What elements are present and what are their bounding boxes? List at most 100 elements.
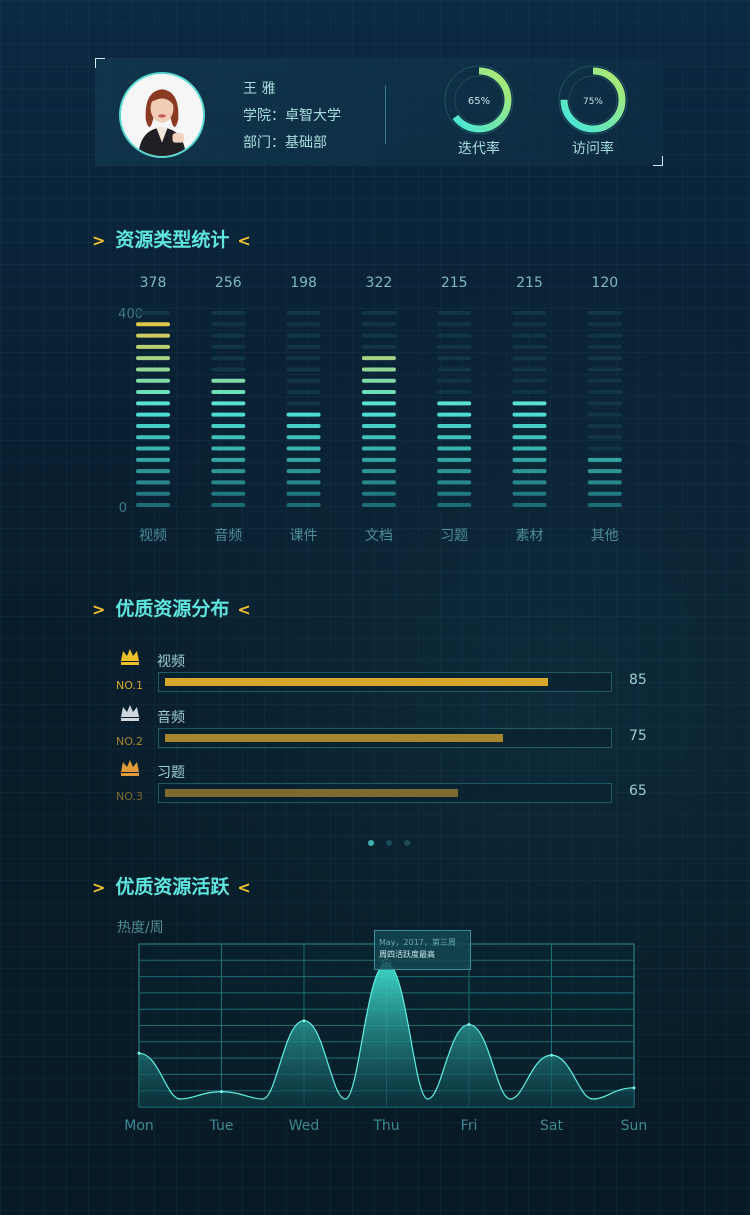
bar-segment	[437, 423, 472, 428]
bar-4[interactable]	[361, 311, 396, 507]
bar-segment	[437, 367, 472, 372]
bar-segment	[286, 401, 321, 406]
bar-segment	[361, 378, 396, 383]
bar-segment	[587, 344, 622, 349]
bar-segment	[136, 457, 170, 462]
bar-segment	[286, 311, 321, 315]
ranking-bar-track	[158, 672, 612, 692]
bar-segment	[286, 503, 321, 507]
activity-point[interactable]	[632, 1086, 636, 1090]
visit-rate-label: 访问率	[572, 141, 614, 157]
bar-segment	[211, 378, 246, 383]
bar-segment	[587, 491, 622, 496]
bar-segment	[361, 344, 396, 349]
bar-segment	[361, 457, 396, 462]
ranking-bar-track	[158, 727, 612, 748]
bar-value-label: 322	[366, 275, 393, 291]
title-arrow-left: >	[92, 600, 106, 619]
ranking-position: NO.1	[116, 679, 143, 692]
profile-card: 王 雅 学院：卓智大学 部门：基础部 65% 迭代率 75% 访问率	[95, 58, 663, 166]
bar-segment	[286, 457, 321, 462]
bar-segment	[361, 503, 396, 507]
bar-segment	[211, 333, 246, 338]
x-tick-label: Wed	[289, 1118, 320, 1134]
bar-segment	[211, 491, 246, 496]
tooltip-line-2: 周四活跃度最高	[379, 950, 435, 959]
y-tick-label: 0	[119, 501, 127, 516]
bar-6[interactable]	[512, 311, 547, 507]
page-dot-2[interactable]	[386, 840, 392, 846]
bar-segment	[286, 446, 321, 451]
profile-college: 学院：卓智大学	[243, 108, 341, 124]
title-arrow-right: <	[237, 878, 251, 897]
page-dot-3[interactable]	[404, 840, 410, 846]
x-tick-label: Mon	[124, 1118, 154, 1134]
iteration-rate-gauge: 65%	[444, 65, 514, 135]
bar-segment	[437, 412, 472, 417]
bar-category-label: 其他	[591, 528, 619, 544]
bar-segment	[136, 446, 170, 451]
bar-category-label: 音频	[214, 527, 242, 544]
activity-point[interactable]	[302, 1019, 306, 1023]
title-arrow-left: >	[92, 231, 106, 250]
bar-segment	[286, 423, 321, 428]
bar-segment	[512, 457, 547, 462]
bar-segment	[361, 446, 396, 451]
ranking-bar-fill	[165, 678, 548, 686]
bar-segment	[587, 503, 622, 507]
page-dot-1[interactable]	[368, 840, 374, 846]
title-arrow-right: <	[237, 231, 251, 250]
bar-5[interactable]	[437, 311, 472, 507]
bar-segment	[211, 480, 246, 485]
bar-segment	[437, 333, 472, 338]
bar-segment	[512, 356, 547, 361]
activity-point[interactable]	[550, 1053, 553, 1057]
bar-category-label: 素材	[516, 528, 544, 544]
crown-icon	[121, 760, 139, 780]
x-tick-label: Thu	[372, 1118, 399, 1134]
bar-segment	[512, 412, 547, 417]
ranking-item-name: 习题	[157, 765, 185, 781]
bar-segment	[587, 446, 622, 451]
avatar[interactable]	[119, 72, 205, 158]
bar-segment	[437, 401, 472, 406]
bar-segment	[361, 390, 396, 395]
bar-segment	[211, 311, 246, 315]
activity-point[interactable]	[467, 1023, 471, 1027]
bar-segment	[587, 435, 622, 440]
bar-segment	[211, 423, 246, 428]
profile-department: 部门：基础部	[243, 135, 327, 151]
activity-point[interactable]	[220, 1090, 223, 1094]
bar-3[interactable]	[286, 311, 321, 507]
ranking-bar-track	[158, 783, 612, 803]
ranking-position: NO.3	[116, 790, 143, 803]
bar-segment	[512, 378, 547, 383]
bar-segment	[211, 446, 246, 451]
section-title-quality-distribution: > 优质资源分布 <	[92, 594, 251, 621]
bar-7[interactable]	[587, 311, 622, 507]
bar-segment	[211, 435, 246, 440]
crown-icon	[121, 704, 139, 725]
bar-segment	[361, 322, 396, 327]
bar-segment	[587, 423, 622, 428]
bar-segment	[136, 412, 170, 417]
ranking-item-name: 音频	[157, 709, 185, 726]
bar-segment	[512, 503, 547, 507]
activity-peak-tooltip: May，2017，第三周 周四活跃度最高	[374, 930, 471, 970]
x-tick-label: Tue	[209, 1118, 234, 1134]
bar-segment	[136, 435, 170, 440]
bar-segment	[512, 390, 547, 395]
bar-segment	[587, 333, 622, 338]
bar-category-label: 习题	[440, 528, 468, 544]
activity-point[interactable]	[137, 1051, 141, 1055]
bar-category-label: 视频	[139, 528, 167, 544]
bar-segment	[512, 401, 547, 406]
bar-segment	[286, 333, 321, 338]
bar-segment	[136, 356, 170, 361]
bar-category-label: 课件	[290, 528, 318, 544]
visit-rate-ring: 75% 访问率	[557, 64, 629, 158]
bar-1[interactable]	[136, 311, 170, 507]
bar-segment	[587, 469, 622, 474]
bar-2[interactable]	[211, 311, 246, 507]
bar-segment	[361, 401, 396, 406]
